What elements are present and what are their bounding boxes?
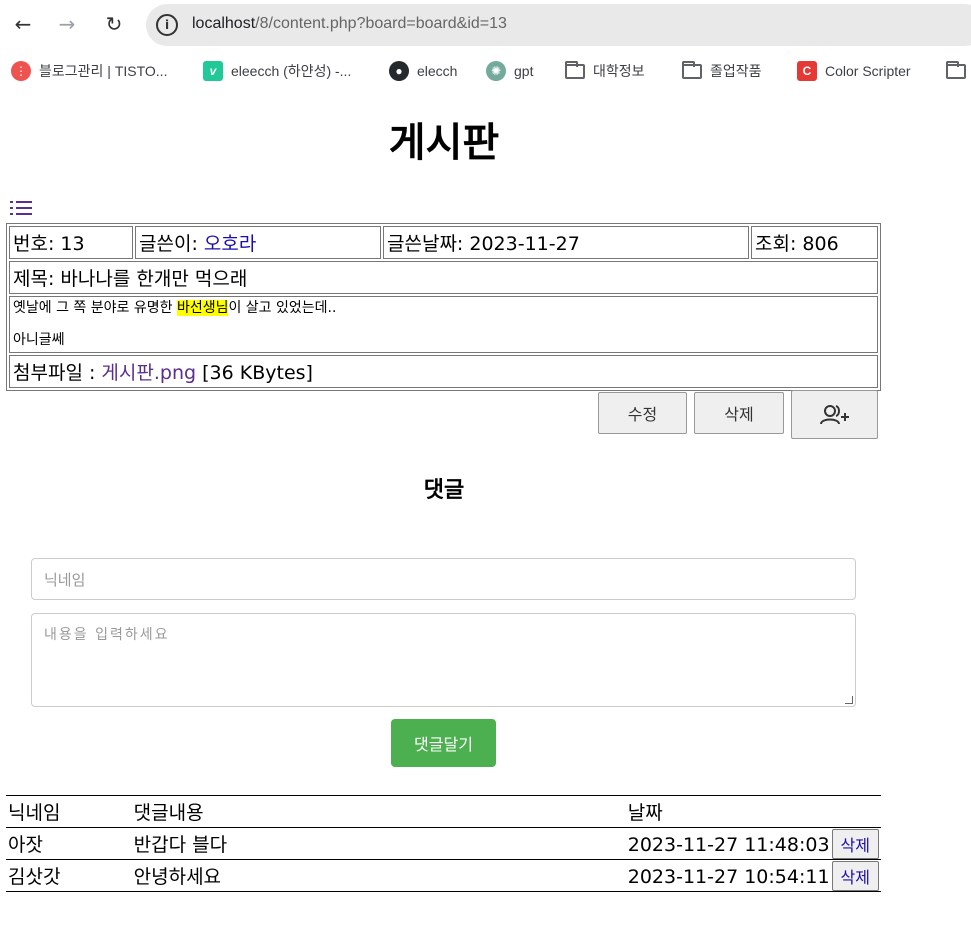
comments-title: 댓글 <box>423 478 465 503</box>
comment-content: 안녕하세요 <box>131 859 626 892</box>
bookmark-color-scripter[interactable]: C Color Scripter <box>797 60 911 82</box>
bookmark-folder-univ[interactable]: 대학정보 <box>565 60 645 82</box>
header-date: 날짜 <box>625 795 881 828</box>
comment-delete-button[interactable]: 삭제 <box>831 828 879 859</box>
velog-icon: v <box>203 61 223 81</box>
post-author-cell: 글쓴이: 오호라 <box>135 226 381 259</box>
add-user-button[interactable] <box>791 390 878 439</box>
post-number-cell: 번호: 13 <box>9 226 133 259</box>
comments-header-row: 닉네임 댓글내용 날짜 <box>6 795 881 828</box>
github-icon: ● <box>389 61 409 81</box>
header-nickname: 닉네임 <box>6 795 132 828</box>
post-attachment-cell: 첨부파일 : 게시판.png [36 KBytes] <box>9 355 878 388</box>
openai-icon: ✺ <box>486 61 506 81</box>
comment-delete-button[interactable]: 삭제 <box>831 860 879 891</box>
post-views-cell: 조회: 806 <box>751 226 878 259</box>
bookmark-folder-more[interactable] <box>946 60 971 82</box>
author-link[interactable]: 오호라 <box>204 233 256 255</box>
comment-nickname: 아잣 <box>6 827 132 860</box>
back-arrow-icon[interactable]: ← <box>7 8 39 40</box>
color-scripter-icon: C <box>797 61 817 81</box>
edit-button[interactable]: 수정 <box>598 392 687 434</box>
page-title: 게시판 <box>388 120 500 166</box>
post-content-cell: 옛날에 그 쪽 분야로 유명한 바선생님이 살고 있었는데.. 아니글쎄 <box>9 296 878 353</box>
table-row: 김삿갓 안녕하세요 2023-11-27 10:54:11 삭제 <box>6 859 881 892</box>
folder-icon <box>946 60 966 79</box>
forward-arrow-icon[interactable]: → <box>51 8 83 40</box>
bookmark-velog[interactable]: v eleecch (하얀성) -... <box>203 60 351 82</box>
reload-icon[interactable]: ↻ <box>98 8 130 40</box>
comment-date-cell: 2023-11-27 11:48:03 삭제 <box>625 827 881 860</box>
tistory-icon: ⋮ <box>11 61 31 81</box>
folder-icon <box>565 60 585 79</box>
bookmark-gpt[interactable]: ✺ gpt <box>486 60 533 82</box>
comment-date-cell: 2023-11-27 10:54:11 삭제 <box>625 859 881 892</box>
bookmarks-bar: ⋮ 블로그관리 | TISTO... v eleecch (하얀성) -... … <box>0 56 971 86</box>
header-content: 댓글내용 <box>131 795 626 828</box>
comments-table: 닉네임 댓글내용 날짜 아잣 반갑다 블다 2023-11-27 11:48:0… <box>6 795 881 892</box>
bookmark-tistory[interactable]: ⋮ 블로그관리 | TISTO... <box>11 60 167 82</box>
nickname-input[interactable]: 닉네임 <box>31 558 856 600</box>
highlighted-text: 바선생님 <box>176 300 229 316</box>
address-bar[interactable]: i localhost/8/content.php?board=board&id… <box>146 4 971 46</box>
list-icon[interactable] <box>10 200 34 216</box>
resize-handle-icon[interactable] <box>845 696 853 704</box>
submit-comment-button[interactable]: 댓글달기 <box>391 719 496 767</box>
comment-nickname: 김삿갓 <box>6 859 132 892</box>
bookmark-github[interactable]: ● elecch <box>389 60 457 82</box>
bookmark-folder-graduation[interactable]: 졸업작품 <box>682 60 762 82</box>
browser-toolbar: ← → ↻ i localhost/8/content.php?board=bo… <box>0 0 971 48</box>
post-subject-cell: 제목: 바나나를 한개만 먹으래 <box>9 261 878 294</box>
folder-icon <box>682 60 702 79</box>
url-text[interactable]: localhost/8/content.php?board=board&id=1… <box>192 15 507 33</box>
post-table: 번호: 13 글쓴이: 오호라 글쓴날짜: 2023-11-27 조회: 806… <box>6 223 881 391</box>
site-info-icon[interactable]: i <box>156 14 178 36</box>
attachment-link[interactable]: 게시판.png <box>101 362 196 384</box>
delete-button[interactable]: 삭제 <box>694 392 784 434</box>
table-row: 아잣 반갑다 블다 2023-11-27 11:48:03 삭제 <box>6 827 881 860</box>
comment-content-textarea[interactable]: 내용을 입력하세요 <box>31 613 856 707</box>
add-user-icon <box>819 404 849 424</box>
post-date-cell: 글쓴날짜: 2023-11-27 <box>383 226 749 259</box>
comment-content: 반갑다 블다 <box>131 827 626 860</box>
